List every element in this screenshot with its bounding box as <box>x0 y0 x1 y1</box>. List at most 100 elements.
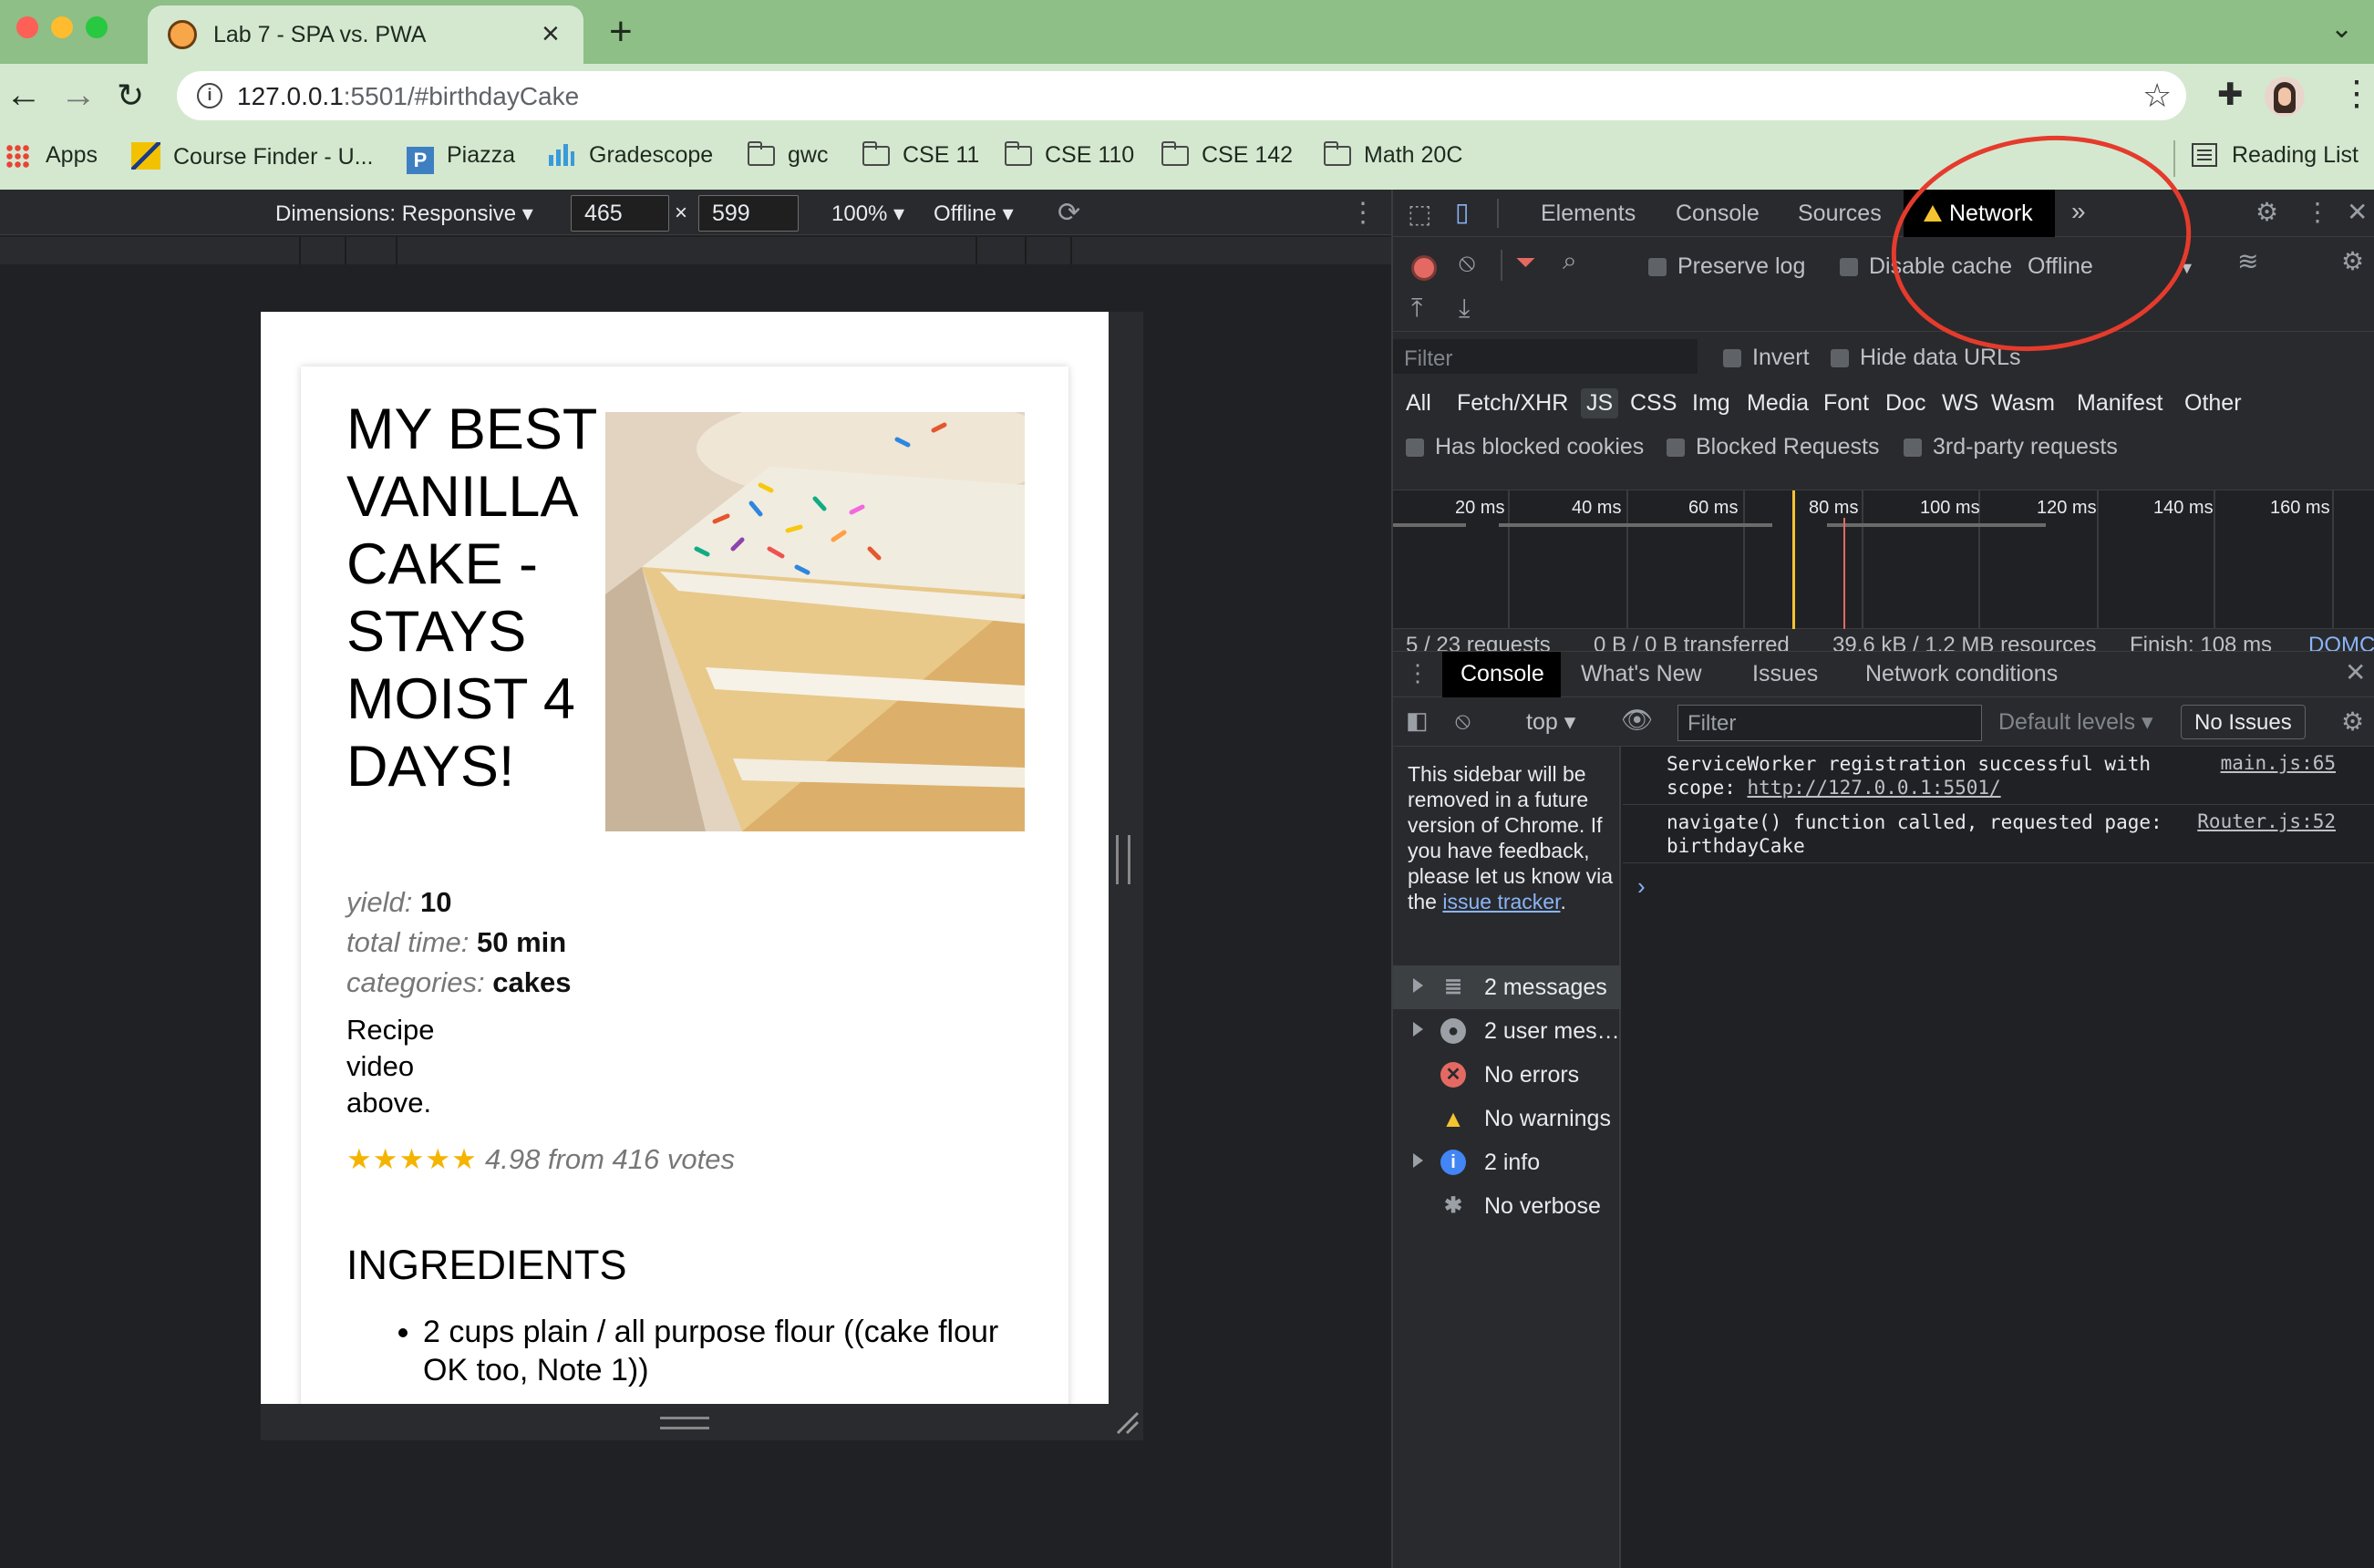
url-text[interactable]: 127.0.0.1:5501/#birthdayCake <box>237 82 579 111</box>
export-har-icon[interactable]: ⤓ <box>1459 294 1470 324</box>
drawer-tab-issues[interactable]: Issues <box>1752 661 1818 687</box>
network-conditions-icon[interactable]: ≋ <box>2237 246 2258 276</box>
filter-font[interactable]: Font <box>1823 390 1869 417</box>
bookmark-cse110[interactable]: CSE 110 <box>1004 141 1134 169</box>
source-link[interactable]: main.js:65 <box>2221 752 2336 774</box>
bookmark-gradescope[interactable]: Gradescope <box>549 142 713 169</box>
bookmark-star-icon[interactable]: ☆ <box>2142 77 2172 115</box>
close-tab-icon[interactable]: × <box>542 16 560 52</box>
zoom-dropdown[interactable]: 100% ▾ <box>831 201 904 227</box>
resize-handle-horizontal[interactable] <box>1116 835 1130 884</box>
browser-tab[interactable]: Lab 7 - SPA vs. PWA × <box>148 5 583 64</box>
filter-fetch-xhr[interactable]: Fetch/XHR <box>1457 390 1568 417</box>
more-menu-icon[interactable]: ⋮ <box>2339 73 2374 114</box>
drawer-tab-whats-new[interactable]: What's New <box>1581 661 1702 687</box>
live-expression-eye-icon[interactable]: 👁 <box>1621 705 1654 735</box>
info-icon[interactable]: i <box>197 83 222 108</box>
inspect-element-icon[interactable]: ⬚ <box>1408 199 1431 229</box>
filter-doc[interactable]: Doc <box>1885 390 1925 417</box>
console-filter-input[interactable]: Filter <box>1677 705 1982 741</box>
rotate-icon[interactable]: ⟳ <box>1058 197 1080 229</box>
network-settings-icon[interactable]: ⚙ <box>2341 246 2364 276</box>
clear-icon[interactable]: ⦸ <box>1459 248 1475 278</box>
height-input[interactable]: 599 <box>698 195 799 232</box>
scope-link[interactable]: http://127.0.0.1:5501/ <box>1748 777 2001 799</box>
blocked-cookies-checkbox[interactable]: Has blocked cookies <box>1406 434 1644 460</box>
bookmark-piazza[interactable]: P Piazza <box>407 142 515 174</box>
clear-console-icon[interactable]: ⦸ <box>1455 707 1471 736</box>
filter-js[interactable]: JS <box>1581 388 1619 418</box>
tab-console[interactable]: Console <box>1676 201 1760 227</box>
drawer-tab-network-conditions[interactable]: Network conditions <box>1865 661 2058 687</box>
devtools-menu-icon[interactable]: ⋮ <box>2305 197 2330 227</box>
bookmark-math20c[interactable]: Math 20C <box>1323 141 1462 169</box>
console-settings-icon[interactable]: ⚙ <box>2341 707 2364 737</box>
width-input[interactable]: 465 <box>571 195 669 232</box>
bookmark-apps[interactable]: Apps <box>5 142 98 169</box>
sidebar-toggle-icon[interactable]: ◧ <box>1406 707 1429 735</box>
hide-data-urls-checkbox[interactable]: Hide data URLs <box>1831 345 2020 371</box>
drawer-tab-console[interactable]: Console <box>1442 652 1561 697</box>
media-query-ruler[interactable] <box>0 237 1391 264</box>
filter-manifest[interactable]: Manifest <box>2077 390 2162 417</box>
dimensions-dropdown[interactable]: Dimensions: Responsive ▾ <box>275 201 533 227</box>
minimize-window-button[interactable] <box>51 16 73 38</box>
filter-img[interactable]: Img <box>1692 390 1730 417</box>
bookmark-cse142[interactable]: CSE 142 <box>1161 141 1293 169</box>
extensions-icon[interactable]: ✚ <box>2217 77 2244 113</box>
preserve-log-checkbox[interactable]: Preserve log <box>1648 253 1805 280</box>
filter-ws[interactable]: WS <box>1942 390 1978 417</box>
filter-media[interactable]: Media <box>1747 390 1809 417</box>
forward-icon[interactable]: → <box>60 75 97 116</box>
close-drawer-icon[interactable]: ✕ <box>2345 657 2366 687</box>
record-button[interactable] <box>1411 255 1437 281</box>
network-timeline[interactable]: 20 ms 40 ms 60 ms 80 ms 100 ms 120 ms 14… <box>1393 490 2374 629</box>
reading-list-button[interactable]: Reading List <box>2192 142 2359 169</box>
sidebar-item-info[interactable]: i2 info <box>1393 1140 1621 1184</box>
sidebar-item-warnings[interactable]: ▲ No warnings <box>1393 1097 1621 1140</box>
bookmark-course-finder[interactable]: Course Finder - U... <box>131 142 374 170</box>
reload-icon[interactable]: ↻ <box>117 77 144 115</box>
invert-checkbox[interactable]: Invert <box>1723 345 1810 371</box>
device-more-icon[interactable]: ⋮ <box>1349 197 1377 229</box>
back-icon[interactable]: ← <box>5 75 42 116</box>
sidebar-item-user-messages[interactable]: ● 2 user mes… <box>1393 1009 1621 1053</box>
close-window-button[interactable] <box>16 16 38 38</box>
context-dropdown[interactable]: top ▾ <box>1526 708 1575 736</box>
sidebar-item-messages[interactable]: ≣ 2 messages <box>1393 965 1621 1009</box>
settings-gear-icon[interactable]: ⚙ <box>2255 197 2278 227</box>
source-link[interactable]: Router.js:52 <box>2197 810 2336 832</box>
device-toggle-icon[interactable]: ▯ <box>1455 197 1469 227</box>
blocked-requests-checkbox[interactable]: Blocked Requests <box>1667 434 1880 460</box>
sidebar-item-verbose[interactable]: ✱ No verbose <box>1393 1184 1621 1228</box>
tab-sources[interactable]: Sources <box>1798 201 1882 227</box>
search-icon[interactable]: ⌕ <box>1563 246 1577 276</box>
close-devtools-icon[interactable]: ✕ <box>2347 197 2368 227</box>
resize-corner-icon[interactable] <box>1114 1409 1140 1435</box>
no-issues-button[interactable]: No Issues <box>2181 705 2306 739</box>
profile-avatar[interactable] <box>2265 77 2305 117</box>
network-filter-input[interactable]: Filter <box>1393 339 1698 374</box>
info-icon: i <box>1440 1150 1466 1175</box>
bookmark-gwc[interactable]: gwc <box>747 141 828 169</box>
filter-css[interactable]: CSS <box>1630 390 1677 417</box>
third-party-checkbox[interactable]: 3rd-party requests <box>1904 434 2118 460</box>
tab-search-icon[interactable]: ⌄ <box>2330 13 2353 45</box>
filter-other[interactable]: Other <box>2184 390 2242 417</box>
issue-tracker-link[interactable]: issue tracker <box>1442 890 1560 913</box>
filter-funnel-icon[interactable]: ⏷ <box>1515 248 1535 278</box>
import-har-icon[interactable]: ⤒ <box>1411 294 1422 324</box>
maximize-window-button[interactable] <box>86 16 108 38</box>
drawer-menu-icon[interactable]: ⋮ <box>1406 659 1430 687</box>
bookmark-cse11[interactable]: CSE 11 <box>862 141 979 169</box>
log-levels-dropdown[interactable]: Default levels ▾ <box>1998 708 2153 736</box>
resize-handle-vertical[interactable] <box>660 1417 709 1429</box>
throttle-dropdown[interactable]: Offline ▾ <box>934 201 1014 227</box>
console-prompt[interactable]: › <box>1637 872 1646 901</box>
new-tab-button[interactable]: + <box>609 9 633 55</box>
filter-all[interactable]: All <box>1406 390 1431 417</box>
tab-elements[interactable]: Elements <box>1541 201 1636 227</box>
sidebar-item-errors[interactable]: ✕ No errors <box>1393 1053 1621 1097</box>
filter-wasm[interactable]: Wasm <box>1991 390 2055 417</box>
address-bar[interactable]: i 127.0.0.1:5501/#birthdayCake ☆ <box>177 71 2186 120</box>
